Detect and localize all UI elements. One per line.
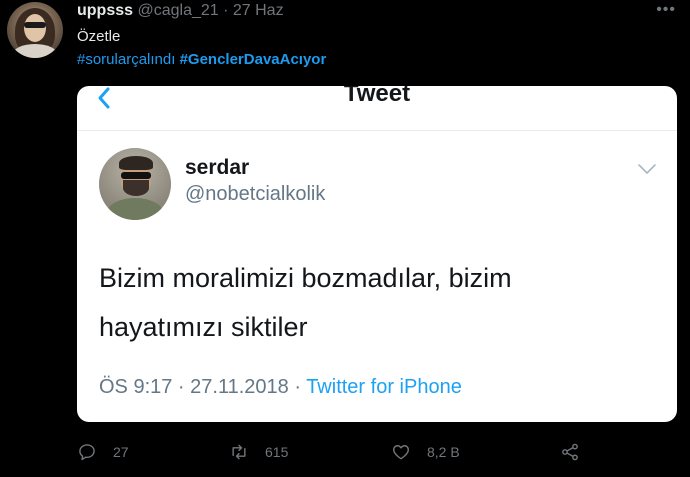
embedded-author-name: serdar [185,156,250,179]
retweet-icon [232,444,246,460]
embedded-topbar: Tweet [77,86,677,131]
share-icon [562,443,578,461]
author-handle-and-date[interactable]: @cagla_21 · 27 Haz [137,2,283,19]
like-button[interactable]: 8,2 B [391,438,460,466]
hashtags: #sorularçalındı #GenclerDavaAcıyor [77,49,326,71]
reply-button[interactable]: 27 [77,438,129,466]
action-bar: 27 615 8,2 B [77,438,597,466]
tweet-text: Özetle [77,28,121,45]
attached-image[interactable]: Tweet serdar @nobetcialkolik Bizim moral… [77,86,677,422]
reply-icon [79,444,95,461]
embedded-title: Tweet [343,86,411,107]
tweet-header: uppsss @cagla_21 · 27 Haz [77,1,284,21]
more-horizontal-icon[interactable]: ••• [656,2,676,18]
chevron-down-icon [638,164,656,174]
embedded-source: Twitter for iPhone [306,376,462,398]
embedded-avatar [99,148,171,220]
hashtag-link[interactable]: #GenclerDavaAcıyor [180,51,327,68]
share-button[interactable] [560,438,580,466]
embedded-text-line: Bizim moralimizi bozmadılar, bizim [99,263,512,293]
like-count: 8,2 B [427,444,460,460]
embedded-text-line: hayatımızı siktiler [99,312,308,342]
author-name[interactable]: uppsss [77,2,133,19]
reply-count: 27 [113,444,129,460]
heart-icon [392,445,410,460]
retweet-button[interactable]: 615 [229,438,288,466]
embedded-author-handle: @nobetcialkolik [185,183,326,205]
embedded-footer: ÖS 9:17 · 27.11.2018 · Twitter for iPhon… [99,376,462,399]
embedded-tweet-text: Bizim moralimizi bozmadılar, bizim hayat… [99,254,659,352]
embedded-timestamp: ÖS 9:17 · 27.11.2018 · [99,376,307,398]
retweet-count: 615 [265,444,289,460]
hashtag-link[interactable]: #sorularçalındı [77,51,175,68]
author-avatar[interactable] [7,2,63,58]
